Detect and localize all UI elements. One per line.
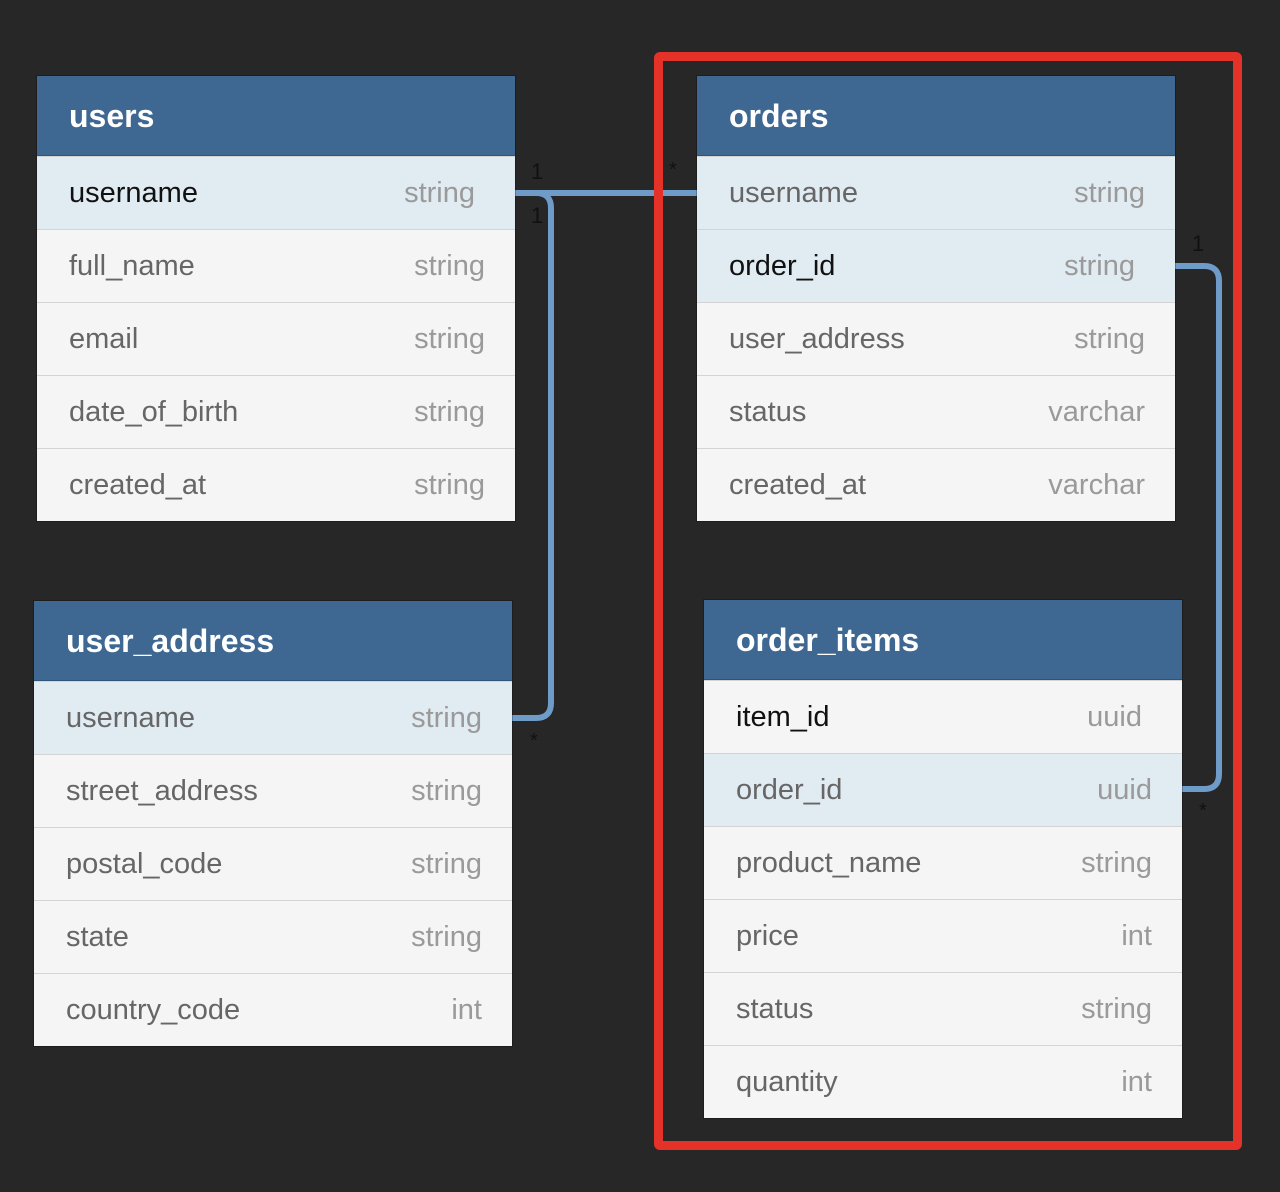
field-name: username bbox=[66, 701, 195, 734]
cardinality-one-users-orders: 1 bbox=[531, 159, 544, 184]
user-address-row-postal-code[interactable]: postal_code string bbox=[34, 827, 512, 900]
cardinality-one-users-address: 1 bbox=[531, 203, 544, 228]
users-row-date-of-birth[interactable]: date_of_birth string bbox=[37, 375, 515, 448]
field-name: username bbox=[69, 176, 198, 209]
field-name: created_at bbox=[69, 468, 207, 501]
field-type: int bbox=[451, 993, 482, 1026]
user-address-row-country-code[interactable]: country_code int bbox=[34, 973, 512, 1046]
field-type: string bbox=[411, 920, 482, 953]
field-type: string bbox=[404, 176, 475, 209]
users-row-email[interactable]: email string bbox=[37, 302, 515, 375]
field-name: street_address bbox=[66, 774, 258, 807]
user-address-row-street-address[interactable]: street_address string bbox=[34, 754, 512, 827]
field-name: postal_code bbox=[66, 847, 223, 880]
field-name: email bbox=[69, 322, 139, 355]
cardinality-many-user-address: * bbox=[530, 730, 538, 752]
user-address-row-username[interactable]: username string bbox=[34, 681, 512, 754]
field-name: state bbox=[66, 920, 129, 953]
user-address-row-state[interactable]: state string bbox=[34, 900, 512, 973]
field-name: date_of_birth bbox=[69, 395, 239, 428]
field-type: string bbox=[414, 395, 485, 428]
field-type: string bbox=[411, 701, 482, 734]
table-users[interactable]: users username string full_name string e… bbox=[37, 76, 515, 521]
users-row-full-name[interactable]: full_name string bbox=[37, 229, 515, 302]
table-user-address[interactable]: user_address username string street_addr… bbox=[34, 601, 512, 1046]
field-type: string bbox=[414, 322, 485, 355]
field-type: string bbox=[411, 774, 482, 807]
field-type: string bbox=[411, 847, 482, 880]
users-row-created-at[interactable]: created_at string bbox=[37, 448, 515, 521]
field-type: string bbox=[414, 249, 485, 282]
field-name: full_name bbox=[69, 249, 195, 282]
users-row-username[interactable]: username string bbox=[37, 156, 515, 229]
table-users-title: users bbox=[37, 76, 515, 156]
connector-users-user-address bbox=[512, 190, 554, 721]
highlight-box bbox=[654, 52, 1242, 1150]
table-user-address-title: user_address bbox=[34, 601, 512, 681]
field-type: string bbox=[414, 468, 485, 501]
field-name: country_code bbox=[66, 993, 241, 1026]
